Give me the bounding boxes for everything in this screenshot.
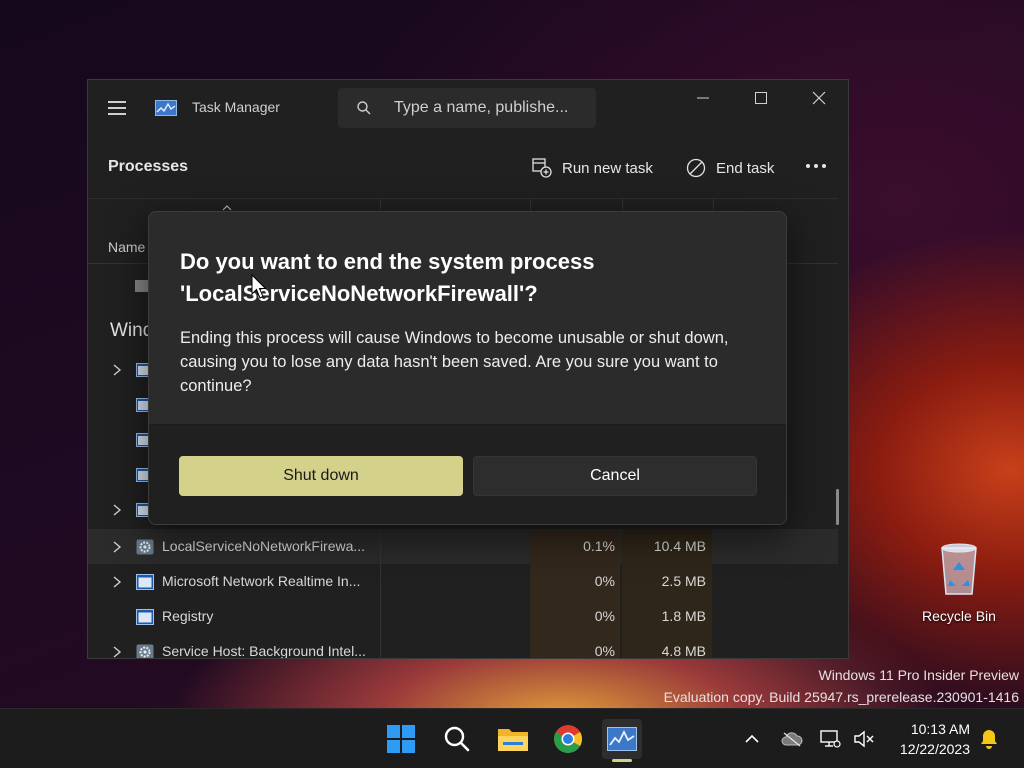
- recycle-bin[interactable]: Recycle Bin: [918, 540, 1000, 624]
- table-row[interactable]: Service Host: Background Intel... 0% 4.8…: [88, 634, 838, 659]
- taskbar: 10:13 AM 12/22/2023: [0, 708, 1024, 768]
- taskbar-search-button[interactable]: [437, 719, 477, 759]
- active-app-indicator: [612, 759, 632, 762]
- dialog-message: Ending this process will cause Windows t…: [180, 329, 729, 395]
- maximize-button[interactable]: [732, 80, 790, 116]
- onedrive-button[interactable]: [780, 727, 804, 751]
- minimize-button[interactable]: [674, 80, 732, 116]
- table-row[interactable]: Microsoft Network Realtime In... 0% 2.5 …: [88, 564, 838, 599]
- column-separator: [380, 634, 381, 658]
- volume-muted-icon: [854, 730, 874, 748]
- run-new-task-button[interactable]: Run new task: [532, 154, 653, 182]
- process-name: Registry: [162, 608, 214, 624]
- column-header-name[interactable]: Name: [108, 239, 145, 255]
- gear-icon: [136, 644, 154, 658]
- run-new-task-label: Run new task: [562, 159, 653, 177]
- process-memory: 4.8 MB: [661, 643, 706, 659]
- window-icon: [136, 609, 154, 625]
- shut-down-button[interactable]: Shut down: [179, 456, 463, 496]
- onedrive-icon: [781, 732, 803, 747]
- chrome-icon: [554, 725, 582, 753]
- show-hidden-icons-button[interactable]: [740, 727, 764, 751]
- clock-date: 12/22/2023: [899, 741, 970, 757]
- process-cpu: 0.1%: [583, 538, 615, 554]
- column-separator: [380, 599, 381, 634]
- dialog-footer: Shut down Cancel: [149, 424, 786, 524]
- clock[interactable]: 10:13 AM 12/22/2023: [878, 719, 970, 759]
- window-title: Task Manager: [192, 99, 280, 115]
- cancel-button[interactable]: Cancel: [473, 456, 757, 496]
- search-icon: [444, 726, 470, 752]
- minimize-icon: [697, 97, 709, 99]
- network-button[interactable]: [818, 727, 842, 751]
- group-label-windows-processes: Wind: [110, 320, 154, 341]
- start-button[interactable]: [381, 719, 421, 759]
- process-name: Microsoft Network Realtime In...: [162, 573, 361, 589]
- window-icon: [136, 574, 154, 590]
- search-input[interactable]: [394, 97, 589, 119]
- process-cpu: 0%: [594, 573, 615, 589]
- end-task-icon: [686, 158, 706, 178]
- chevron-right-icon[interactable]: [112, 645, 122, 659]
- end-task-label: End task: [716, 159, 775, 177]
- network-icon: [820, 730, 841, 748]
- end-task-button[interactable]: End task: [686, 154, 774, 182]
- process-cpu: 0%: [594, 643, 615, 659]
- file-explorer-button[interactable]: [493, 719, 533, 759]
- table-row[interactable]: Registry 0% 1.8 MB: [88, 599, 838, 634]
- mouse-cursor-icon: [251, 274, 267, 299]
- chevron-right-icon[interactable]: [112, 503, 122, 517]
- close-icon: [812, 91, 826, 105]
- close-button[interactable]: [790, 80, 848, 116]
- windows-start-icon: [387, 725, 415, 753]
- page-title: Processes: [108, 158, 189, 175]
- watermark-edition: Windows 11 Pro Insider Preview: [818, 667, 1019, 683]
- vertical-scrollbar[interactable]: [836, 489, 839, 525]
- toolbar: Processes Run new task End task: [88, 138, 848, 198]
- notification-bell-icon: [981, 730, 997, 749]
- title-bar: Task Manager: [88, 80, 848, 138]
- task-manager-icon: [607, 727, 637, 751]
- task-manager-icon: [155, 100, 177, 116]
- recycle-bin-label: Recycle Bin: [922, 608, 996, 624]
- hamburger-menu-icon[interactable]: [108, 101, 126, 115]
- chrome-button[interactable]: [548, 719, 588, 759]
- chevron-right-icon[interactable]: [112, 540, 122, 554]
- process-name: Service Host: Background Intel...: [162, 643, 366, 659]
- file-explorer-icon: [498, 729, 528, 751]
- chevron-right-icon[interactable]: [112, 363, 122, 377]
- run-task-icon: [532, 158, 552, 178]
- search-box[interactable]: [338, 88, 596, 128]
- dialog-title: Do you want to end the system process 'L…: [180, 249, 595, 306]
- notifications-button[interactable]: [977, 727, 1001, 751]
- search-icon: [357, 101, 371, 115]
- maximize-icon: [755, 92, 767, 104]
- task-manager-taskbar-button[interactable]: [602, 719, 642, 759]
- process-memory: 10.4 MB: [653, 538, 706, 554]
- column-separator: [380, 529, 381, 564]
- column-separator: [380, 564, 381, 599]
- process-cpu: 0%: [594, 608, 615, 624]
- recycle-bin-icon: [941, 543, 977, 595]
- end-process-dialog: Do you want to end the system process 'L…: [148, 211, 787, 525]
- more-options-icon[interactable]: [806, 164, 826, 168]
- volume-button[interactable]: [852, 727, 876, 751]
- clock-time: 10:13 AM: [910, 721, 970, 737]
- process-name: LocalServiceNoNetworkFirewa...: [162, 538, 366, 554]
- process-memory: 2.5 MB: [661, 573, 706, 589]
- table-row[interactable]: LocalServiceNoNetworkFirewa... 0.1% 10.4…: [88, 529, 838, 564]
- process-memory: 1.8 MB: [661, 608, 706, 624]
- os-watermark: Windows 11 Pro Insider Preview Evaluatio…: [664, 664, 1019, 708]
- chevron-up-icon: [745, 734, 759, 743]
- watermark-build: Evaluation copy. Build 25947.rs_prerelea…: [663, 689, 1019, 705]
- chevron-right-icon[interactable]: [112, 575, 122, 589]
- gear-icon: [136, 539, 154, 555]
